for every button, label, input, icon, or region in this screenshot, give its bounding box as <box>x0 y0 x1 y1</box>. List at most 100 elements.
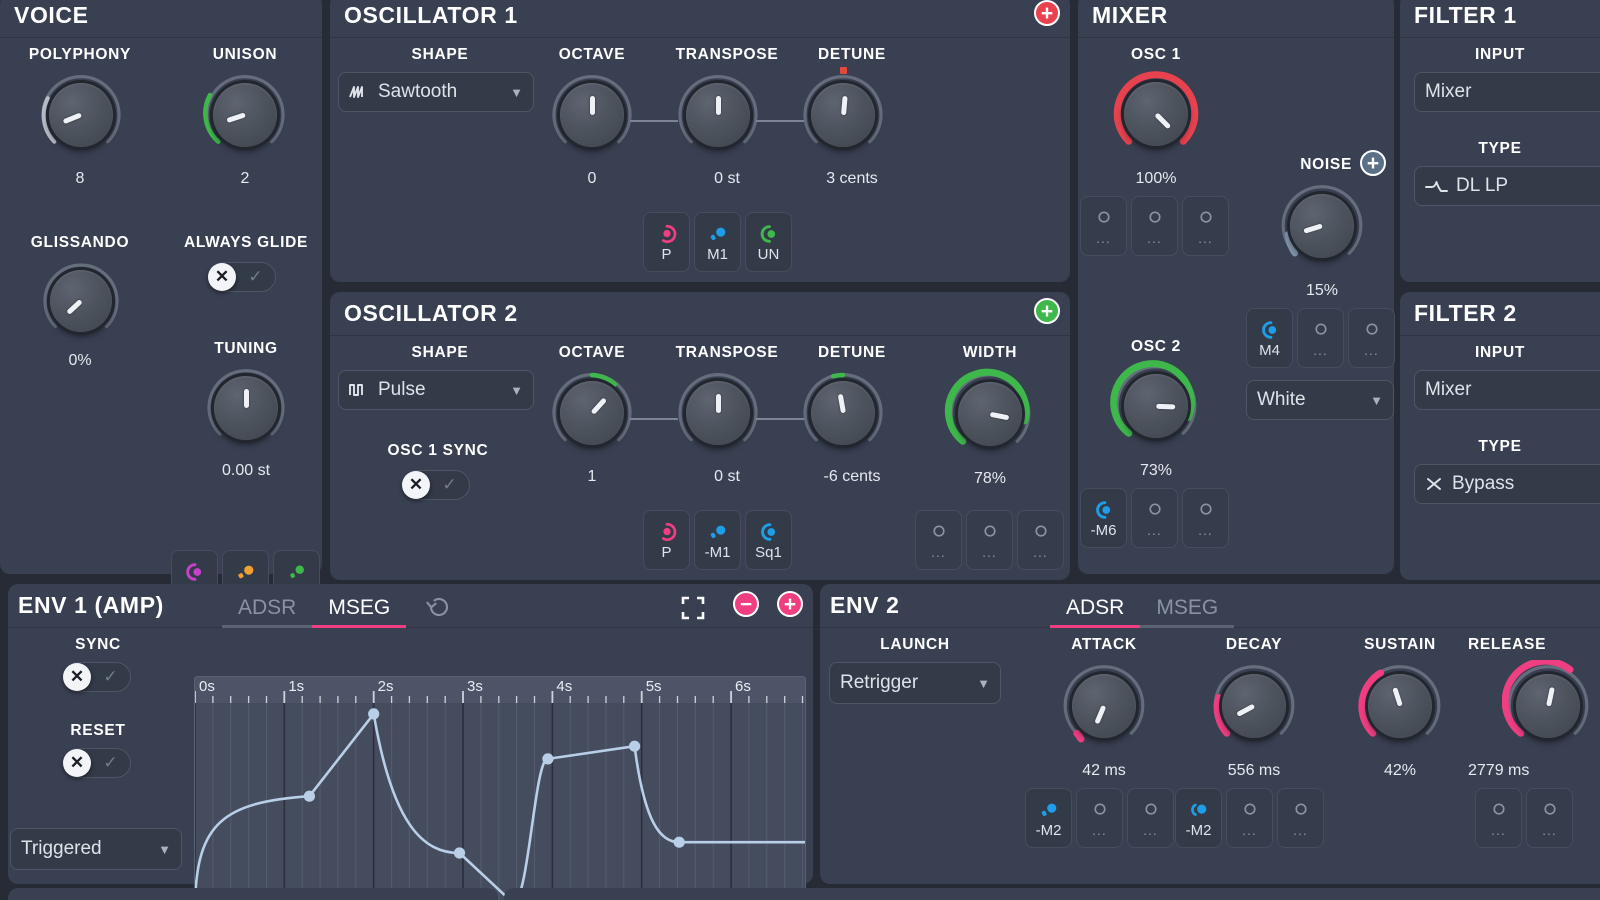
osc2-detune-knob[interactable] <box>798 368 888 458</box>
osc2-octave-knob[interactable] <box>547 368 637 458</box>
noise-add-button[interactable]: + <box>1360 150 1386 176</box>
oscillator-2-title: OSCILLATOR 2 <box>344 300 518 326</box>
mod-slot[interactable]: ... <box>1131 488 1178 548</box>
mod-slot[interactable]: ... <box>1182 488 1229 548</box>
env2-attack-knob[interactable] <box>1058 660 1150 752</box>
mod-slot[interactable]: UN <box>745 212 792 272</box>
oscillator-1-header: OSCILLATOR 1 + <box>330 0 1070 38</box>
env1-mseg-graph[interactable]: 0s 1s 2s 3s 4s 5s 6s <box>194 676 806 900</box>
env1-reset-label: RESET <box>70 722 126 739</box>
toggle-check-glyph: ✓ <box>248 267 263 286</box>
mod-slot[interactable]: -M2 <box>1175 788 1222 848</box>
env2-release-knob[interactable] <box>1502 660 1594 752</box>
tuning-knob[interactable] <box>202 364 290 452</box>
mod-slot[interactable]: ... <box>1017 510 1064 570</box>
mod-slot[interactable]: ... <box>1348 308 1395 368</box>
env-1-remove-button[interactable]: − <box>733 591 759 617</box>
mixer-osc2-knob[interactable] <box>1110 360 1202 452</box>
osc1-transpose-knob[interactable] <box>673 70 763 160</box>
tab-mseg[interactable]: MSEG <box>1140 588 1235 628</box>
env2-launch-dropdown[interactable]: Retrigger ▼ <box>829 662 1001 704</box>
env1-sync-toggle[interactable]: ✕ ✓ <box>63 662 131 692</box>
polyphony-knob[interactable] <box>36 70 126 160</box>
mixer-header: MIXER <box>1078 0 1394 38</box>
mod-slot[interactable]: -M1 <box>694 510 741 570</box>
mod-slot[interactable]: ... <box>1182 196 1229 256</box>
mixer-noise-knob[interactable] <box>1276 180 1368 272</box>
mod-slot[interactable]: ... <box>1526 788 1573 848</box>
mixer-osc2-label: OSC 2 <box>1130 338 1181 355</box>
mod-slot[interactable]: ... <box>1297 308 1344 368</box>
toggle-handle-off: ✕ <box>402 471 430 499</box>
osc2-sync-label: OSC 1 SYNC <box>387 442 489 459</box>
env1-reset-toggle[interactable]: ✕ ✓ <box>63 748 131 778</box>
env-1-add-button[interactable]: + <box>777 591 803 617</box>
mod-slot[interactable]: P <box>643 212 690 272</box>
filter-1-type-dropdown[interactable]: DL LP <box>1414 166 1600 206</box>
mod-slot[interactable]: ... <box>915 510 962 570</box>
mod-slot[interactable]: M1 <box>694 212 741 272</box>
filter-2-input-dropdown[interactable]: Mixer <box>1414 370 1600 410</box>
filter-2-type-dropdown[interactable]: Bypass <box>1414 464 1600 504</box>
env2-decay-knob[interactable] <box>1208 660 1300 752</box>
mod-source-icon <box>185 562 201 581</box>
mod-slot[interactable]: ... <box>1076 788 1123 848</box>
fullscreen-icon[interactable] <box>681 596 705 625</box>
env2-sustain-knob[interactable] <box>1354 660 1446 752</box>
always-glide-toggle[interactable]: ✕ ✓ <box>208 262 276 292</box>
toggle-handle-off: ✕ <box>63 663 91 691</box>
mod-slot[interactable]: ... <box>1277 788 1324 848</box>
mod-slot-label: ... <box>1033 544 1048 560</box>
filter-1-input-label: INPUT <box>1475 46 1525 63</box>
osc1-shape-dropdown[interactable]: Sawtooth ▼ <box>338 72 534 112</box>
toggle-handle-off: ✕ <box>208 263 236 291</box>
mod-slot[interactable]: ... <box>1080 196 1127 256</box>
osc1-shape-value: Sawtooth <box>378 81 458 102</box>
mod-slot[interactable]: ... <box>1226 788 1273 848</box>
mod-slot[interactable]: -M6 <box>1080 488 1127 548</box>
polyphony-value: 8 <box>75 170 85 187</box>
knob-link-line <box>630 120 678 122</box>
mod-slot[interactable]: ... <box>1475 788 1522 848</box>
mod-slot[interactable]: Sq1 <box>745 510 792 570</box>
tab-adsr[interactable]: ADSR <box>1050 588 1141 628</box>
mod-slot[interactable]: M4 <box>1246 308 1293 368</box>
oscillator-2-add-button[interactable]: + <box>1034 298 1060 324</box>
mseg-tick-label: 4s <box>556 678 573 695</box>
tab-adsr[interactable]: ADSR <box>222 588 313 628</box>
mod-slot[interactable]: ... <box>966 510 1013 570</box>
empty-mod-slot-icon <box>1144 803 1157 815</box>
unison-knob[interactable] <box>200 70 290 160</box>
env1-mode-dropdown[interactable]: Triggered ▼ <box>10 828 182 870</box>
mod-slot[interactable]: -M2 <box>1025 788 1072 848</box>
mod-slot[interactable]: ... <box>1131 196 1178 256</box>
osc2-transpose-knob[interactable] <box>673 368 763 458</box>
osc1-octave-knob[interactable] <box>547 70 637 160</box>
empty-mod-slot-icon <box>1294 803 1307 815</box>
filter-2-type-label: TYPE <box>1478 438 1522 455</box>
mseg-tick-label: 0s <box>199 678 215 695</box>
osc2-mod-slots: P -M1 Sq1 <box>643 510 792 570</box>
undo-icon[interactable] <box>426 594 452 625</box>
mod-slot-label: ... <box>1293 822 1308 838</box>
mixer-osc1-value: 100% <box>1135 170 1177 187</box>
bypass-x-icon <box>1425 476 1445 492</box>
filter-1-input-dropdown[interactable]: Mixer <box>1414 72 1600 112</box>
osc1-mod-slots: P M1 UN <box>643 212 792 272</box>
glissando-knob[interactable] <box>38 258 124 344</box>
osc2-shape-dropdown[interactable]: Pulse ▼ <box>338 370 534 410</box>
oscillator-1-add-button[interactable]: + <box>1034 0 1060 26</box>
mixer-osc1-knob[interactable] <box>1110 68 1202 160</box>
tab-adsr-label: ADSR <box>238 596 297 619</box>
osc1-detune-knob[interactable] <box>798 67 888 160</box>
filter-1-type-label: TYPE <box>1478 140 1522 157</box>
mod-slot[interactable]: P <box>643 510 690 570</box>
env2-decay-value: 556 ms <box>1227 762 1281 779</box>
osc2-width-knob[interactable] <box>944 368 1036 460</box>
osc2-sync-toggle[interactable]: ✕ ✓ <box>402 470 470 500</box>
tab-adsr-label: ADSR <box>1066 596 1125 619</box>
tab-mseg[interactable]: MSEG <box>312 588 407 628</box>
noise-type-dropdown[interactable]: White ▼ <box>1246 380 1394 420</box>
mod-slot[interactable]: ... <box>1127 788 1174 848</box>
toggle-handle-off: ✕ <box>63 749 91 777</box>
